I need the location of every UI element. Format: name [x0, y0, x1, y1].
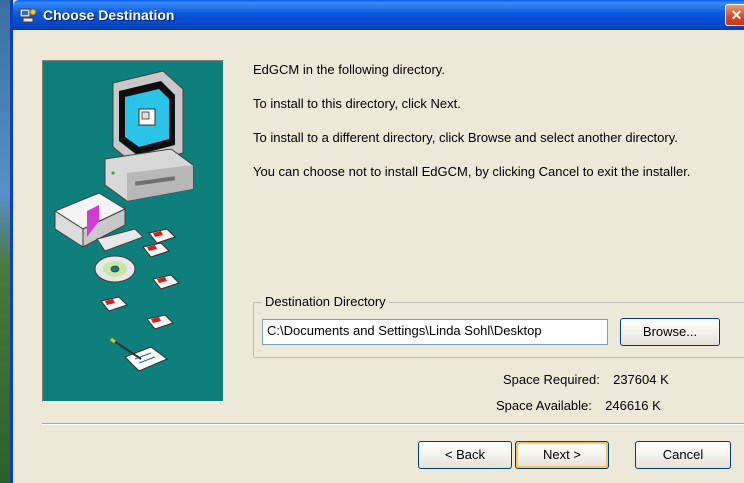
instruction-next: To install to this directory, click Next…	[253, 96, 461, 111]
destination-path-field[interactable]: C:\Documents and Settings\Linda Sohl\Des…	[262, 319, 608, 345]
next-button[interactable]: Next >	[515, 441, 609, 469]
intro-text: EdGCM in the following directory.	[253, 62, 445, 77]
software-box-icon	[53, 192, 144, 252]
back-button[interactable]: < Back	[418, 441, 512, 469]
space-required-row: Space Required: 237604 K	[503, 372, 669, 387]
cancel-button[interactable]: Cancel	[635, 441, 731, 469]
instruction-cancel: You can choose not to install EdGCM, by …	[253, 164, 691, 179]
installer-illustration	[42, 60, 224, 402]
installer-dialog: Choose Destination ✕ EdGCM in the follow…	[10, 0, 744, 483]
title-bar[interactable]: Choose Destination ✕	[13, 0, 744, 30]
close-icon[interactable]: ✕	[725, 4, 744, 26]
space-required-value: 237604 K	[613, 372, 669, 387]
browse-button[interactable]: Browse...	[620, 318, 720, 346]
space-available-label: Space Available:	[496, 398, 592, 413]
space-available-value: 246616 K	[605, 398, 661, 413]
footer-separator	[42, 423, 744, 425]
instruction-browse: To install to a different directory, cli…	[253, 130, 678, 145]
document-pen-icon	[110, 337, 168, 372]
destination-group: Destination Directory C:\Documents and S…	[253, 294, 744, 358]
computer-icon	[104, 70, 194, 202]
cd-icon	[94, 255, 136, 283]
window-title: Choose Destination	[43, 7, 175, 23]
space-available-row: Space Available: 246616 K	[496, 398, 661, 413]
destination-group-label: Destination Directory	[262, 294, 389, 309]
space-required-label: Space Required:	[503, 372, 600, 387]
installer-icon	[19, 7, 37, 23]
